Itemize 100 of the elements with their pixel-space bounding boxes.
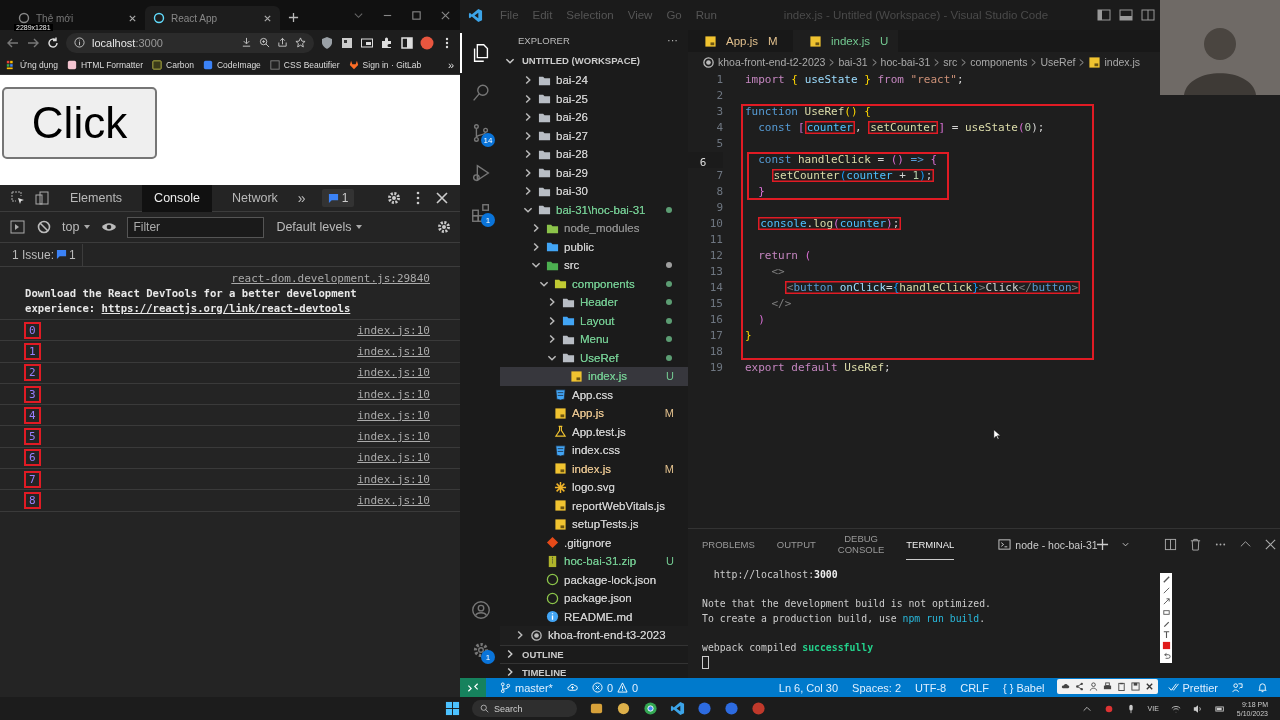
bookmark[interactable]: Ứng dụng	[6, 59, 58, 70]
tree-item[interactable]: public	[500, 237, 688, 256]
source-link[interactable]: index.js:10	[357, 344, 430, 358]
breadcrumb[interactable]: components	[970, 56, 1028, 68]
bookmark[interactable]: CodeImage	[202, 59, 261, 70]
breadcrumb[interactable]: UseRef	[1040, 56, 1076, 68]
arrow-icon[interactable]	[1161, 597, 1171, 606]
source-link[interactable]: index.js:10	[357, 408, 430, 422]
close-icon[interactable]	[440, 10, 451, 21]
tree-item[interactable]: UseRef	[500, 348, 688, 367]
app-icon[interactable]	[616, 701, 631, 716]
layout-split-icon[interactable]	[1141, 8, 1155, 22]
tree-item[interactable]: index.js M	[500, 459, 688, 478]
close-icon[interactable]	[263, 13, 272, 23]
battery-icon[interactable]	[1214, 703, 1225, 714]
breadcrumb[interactable]: bai-31	[838, 56, 868, 68]
devtools-tab[interactable]: Network	[220, 184, 290, 212]
tree-item[interactable]: package.json	[500, 589, 688, 608]
panel-tab[interactable]: OUTPUT	[776, 529, 816, 560]
timeline-section-title[interactable]: TIMELINE	[522, 666, 567, 678]
tree-item[interactable]: reportWebVitals.js	[500, 496, 688, 515]
browser-tab[interactable]: React App	[145, 6, 280, 30]
speaker-icon[interactable]	[1192, 703, 1203, 714]
windows-logo-icon[interactable]	[445, 701, 460, 716]
reload-icon[interactable]	[46, 35, 60, 50]
printer-icon[interactable]	[1103, 682, 1112, 691]
tree-item[interactable]: Layout	[500, 311, 688, 330]
source-control-activity-button[interactable]: 14	[460, 113, 500, 153]
shield-icon[interactable]	[320, 35, 334, 50]
settings-icon[interactable]	[436, 219, 452, 235]
issues-button[interactable]: 1 Issue: 1	[0, 243, 83, 266]
zoom-icon[interactable]	[259, 37, 270, 48]
star-icon[interactable]	[295, 37, 306, 48]
tree-item[interactable]: .gitignore	[500, 533, 688, 552]
tree-item[interactable]: index.js U	[500, 367, 688, 386]
trash-icon[interactable]	[1188, 538, 1202, 551]
bookmark[interactable]: HTML Formatter	[67, 59, 143, 70]
close-icon[interactable]	[1145, 682, 1154, 691]
qr-extension-icon[interactable]	[340, 35, 354, 50]
tree-item[interactable]: bai-24	[500, 71, 688, 90]
close-icon[interactable]	[1263, 538, 1277, 551]
bookmark[interactable]: Sign in · GitLab	[348, 59, 422, 70]
bell-icon[interactable]	[1257, 682, 1268, 693]
bookmark[interactable]: CSS Beautifier	[269, 59, 340, 70]
app-icon[interactable]	[670, 701, 685, 716]
click-button[interactable]: Click	[2, 87, 157, 159]
breadcrumb[interactable]: src	[943, 56, 958, 68]
breadcrumb[interactable]: index.js	[1104, 56, 1141, 68]
download-icon[interactable]	[241, 37, 252, 48]
settings-activity-button[interactable]: 1	[460, 630, 500, 670]
tree-item[interactable]: bai-31\hoc-bai-31	[500, 200, 688, 219]
layout-sidebar-icon[interactable]	[1097, 8, 1111, 22]
device-toolbar-icon[interactable]	[34, 190, 50, 206]
tree-item[interactable]: bai-25	[500, 89, 688, 108]
problems-status[interactable]: 0 0	[591, 681, 639, 694]
remote-icon[interactable]	[460, 678, 486, 697]
cloud-icon[interactable]	[1061, 682, 1070, 691]
tree-item[interactable]: Header	[500, 293, 688, 312]
feedback-icon[interactable]	[1232, 682, 1243, 693]
status-item[interactable]: CRLF	[960, 681, 989, 694]
tree-item[interactable]: logo.svg	[500, 478, 688, 497]
sidebar-icon[interactable]	[400, 35, 414, 50]
person-icon[interactable]	[1089, 682, 1098, 691]
formatter-status[interactable]: Prettier	[1167, 681, 1218, 694]
tree-item[interactable]: package-lock.json	[500, 570, 688, 589]
address-field[interactable]: localhost:3000	[66, 32, 314, 53]
tree-item[interactable]: index.css	[500, 441, 688, 460]
source-link[interactable]: index.js:10	[357, 387, 430, 401]
profile-avatar[interactable]	[420, 35, 434, 50]
tree-item[interactable]: README.md	[500, 607, 688, 626]
extensions-activity-button[interactable]: 1	[460, 193, 500, 233]
source-link[interactable]: index.js:10	[357, 451, 430, 465]
levels-dropdown[interactable]: Default levels	[276, 220, 364, 234]
cloud-upload-icon[interactable]	[566, 682, 578, 693]
puzzle-icon[interactable]	[380, 35, 394, 50]
devtools-link[interactable]: https://reactjs.org/link/react-devtools	[101, 302, 351, 314]
color-swatch-icon[interactable]	[1161, 641, 1171, 650]
split-icon[interactable]	[1163, 538, 1177, 551]
panel-tab[interactable]: PROBLEMS	[702, 529, 755, 560]
tree-item[interactable]: App.css	[500, 385, 688, 404]
close-icon[interactable]	[128, 13, 137, 23]
status-item[interactable]: { } Babel	[1002, 681, 1045, 694]
tree-item[interactable]: src	[500, 256, 688, 275]
tree-item[interactable]: App.test.js	[500, 422, 688, 441]
context-dropdown[interactable]: top	[62, 220, 92, 234]
source-link[interactable]: index.js:10	[357, 472, 430, 486]
clear-console-icon[interactable]	[36, 219, 52, 235]
source-link[interactable]: index.js:10	[357, 366, 430, 380]
inspect-icon[interactable]	[10, 190, 26, 206]
clipboard-icon[interactable]	[1117, 682, 1126, 691]
pen-icon[interactable]	[1161, 575, 1171, 584]
status-item[interactable]: Ln 6, Col 30	[778, 681, 839, 694]
source-link[interactable]: index.js:10	[357, 494, 430, 507]
save-icon[interactable]	[1131, 682, 1140, 691]
more-tabs-button[interactable]: »	[297, 190, 306, 206]
tree-item[interactable]: bai-26	[500, 108, 688, 127]
editor-tab[interactable]: App.js M	[688, 30, 793, 52]
status-item[interactable]: Spaces: 2	[852, 681, 902, 694]
text-tool-icon[interactable]	[1161, 630, 1171, 639]
taskbar-search-field[interactable]: Search	[472, 700, 577, 717]
